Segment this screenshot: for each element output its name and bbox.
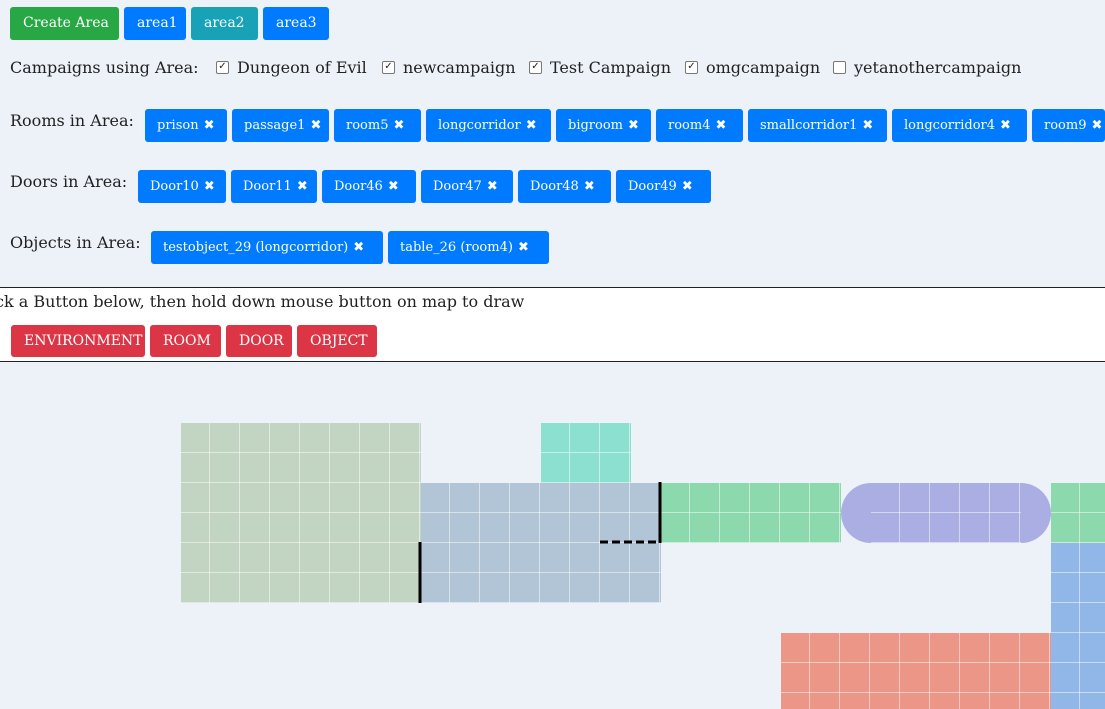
room-button[interactable]: ROOM [150,325,221,357]
room-aqua[interactable] [541,423,631,483]
room-tag[interactable]: longcorridor4 ✖ [892,109,1027,142]
times-icon[interactable]: ✖ [297,179,308,194]
room-tag-label: smallcorridor1 [760,118,858,133]
times-icon[interactable]: ✖ [682,179,693,194]
room-mint[interactable] [661,483,841,543]
campaign-item[interactable]: ✓ Test Campaign [529,58,671,77]
rooms-label: Rooms in Area: [10,111,134,130]
door-tag[interactable]: Door48 ✖ [518,170,611,203]
times-icon[interactable]: ✖ [204,179,215,194]
times-icon[interactable]: ✖ [310,118,321,133]
checkbox[interactable]: ✓ [685,61,698,74]
door-tag[interactable]: Door49 ✖ [616,170,711,203]
campaign-name: yetanothercampaign [854,58,1022,77]
room-tag-label: room4 [668,118,711,133]
campaign-name: newcampaign [403,58,516,77]
room-tag-label: longcorridor4 [904,118,996,133]
door-tag-label: Door47 [433,179,482,194]
campaign-item[interactable]: ✓ Dungeon of Evil [216,58,367,77]
checkbox[interactable] [833,61,846,74]
checkbox[interactable]: ✓ [529,61,542,74]
room-tag[interactable]: smallcorridor1 ✖ [748,109,887,142]
room-sky[interactable] [1051,543,1105,709]
door-tag-label: Door48 [530,179,579,194]
times-icon[interactable]: ✖ [388,179,399,194]
times-icon[interactable]: ✖ [628,118,639,133]
room-tag-label: room9 [1044,118,1087,133]
room-tag[interactable]: room5 ✖ [334,109,421,142]
area1-button[interactable]: area1 [124,7,186,40]
times-icon[interactable]: ✖ [518,240,529,255]
campaign-name: Dungeon of Evil [237,58,367,77]
objects-label: Objects in Area: [10,233,141,252]
room-tag-label: passage1 [244,118,306,133]
draw-toolbar: ck a Button below, then hold down mouse … [0,287,1105,362]
room-tag[interactable]: bigroom ✖ [556,109,651,142]
times-icon[interactable]: ✖ [1000,118,1011,133]
room-tag[interactable]: room9 ✖ [1032,109,1105,142]
area2-button[interactable]: area2 [191,7,258,40]
object-button[interactable]: OBJECT [297,325,377,357]
object-tag-label: table_26 (room4) [400,240,513,255]
room-tag-label: room5 [346,118,389,133]
campaign-item[interactable]: yetanothercampaign [833,58,1021,77]
campaign-name: omgcampaign [706,58,821,77]
campaign-name: Test Campaign [550,58,672,77]
door-tag-label: Door49 [628,179,677,194]
room-salmon[interactable] [781,633,1051,709]
times-icon[interactable]: ✖ [487,179,498,194]
checkbox[interactable]: ✓ [382,61,395,74]
room-tag-label: prison [157,118,199,133]
times-icon[interactable]: ✖ [584,179,595,194]
environment-button[interactable]: ENVIRONMENT [11,325,145,357]
object-tag[interactable]: table_26 (room4) ✖ [388,231,549,264]
door-tag[interactable]: Door46 ✖ [322,170,416,203]
door-tag[interactable]: Door47 ✖ [421,170,513,203]
times-icon[interactable]: ✖ [204,118,215,133]
create-area-button[interactable]: Create Area [10,7,119,40]
times-icon[interactable]: ✖ [353,240,364,255]
campaign-item[interactable]: ✓ newcampaign [382,58,516,77]
room-lavender[interactable] [841,483,1051,543]
times-icon[interactable]: ✖ [862,118,873,133]
times-icon[interactable]: ✖ [1091,118,1102,133]
door-tag[interactable]: Door11 ✖ [231,170,317,203]
object-tag-label: testobject_29 (longcorridor) [163,240,349,255]
doors-label: Doors in Area: [10,172,128,191]
checkbox[interactable]: ✓ [216,61,229,74]
area3-button[interactable]: area3 [263,7,329,40]
room-sage[interactable] [181,423,421,603]
area-map[interactable] [0,362,1105,709]
times-icon[interactable]: ✖ [715,118,726,133]
door-tag-label: Door10 [150,179,199,194]
door-tag-label: Door46 [334,179,383,194]
room-tag[interactable]: room4 ✖ [656,109,743,142]
campaign-item[interactable]: ✓ omgcampaign [685,58,820,77]
instruction-text: ck a Button below, then hold down mouse … [0,292,525,311]
times-icon[interactable]: ✖ [526,118,537,133]
door-tag-label: Door11 [243,179,292,194]
room-tag-label: longcorridor [438,118,521,133]
room-mint-right[interactable] [1051,483,1105,543]
campaigns-label: Campaigns using Area: [10,58,199,77]
door-tag[interactable]: Door10 ✖ [138,170,226,203]
room-tag[interactable]: longcorridor ✖ [426,109,551,142]
door-button[interactable]: DOOR [226,325,292,357]
room-tag[interactable]: prison ✖ [145,109,227,142]
times-icon[interactable]: ✖ [393,118,404,133]
room-tag[interactable]: passage1 ✖ [232,109,329,142]
object-tag[interactable]: testobject_29 (longcorridor) ✖ [151,231,383,264]
room-tag-label: bigroom [568,118,623,133]
